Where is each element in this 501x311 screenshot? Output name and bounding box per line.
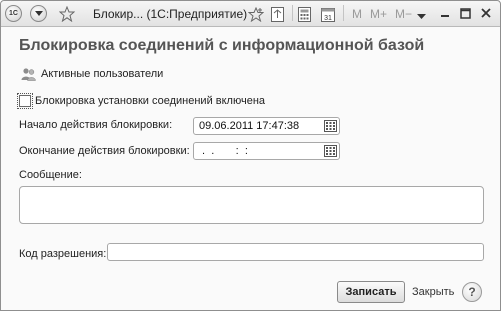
form-heading: Блокировка соединений с информационной б… <box>19 37 425 54</box>
menu-chevron-icon[interactable] <box>30 5 47 22</box>
lock-enabled-checkbox[interactable] <box>17 93 33 109</box>
save-button[interactable]: Записать <box>337 281 405 303</box>
message-label: Сообщение: <box>19 169 82 181</box>
lock-enabled-label: Блокировка установки соединений включена <box>35 95 266 107</box>
favorite-star-icon[interactable] <box>58 5 76 25</box>
memory-subtract-button[interactable]: M− <box>395 7 412 21</box>
title-bar: 1С Блокир... (1С:Предприятие) 31 M M+ M− <box>1 1 500 27</box>
message-textarea[interactable] <box>19 186 484 224</box>
end-date-field[interactable]: . . : : <box>193 142 340 160</box>
close-window-button[interactable] <box>478 5 494 21</box>
dialog-window: 1С Блокир... (1С:Предприятие) 31 M M+ M− <box>0 0 501 311</box>
memory-recall-button[interactable]: M <box>352 7 362 21</box>
end-date-value: . . : : <box>199 145 248 157</box>
permission-code-label: Код разрешения: <box>19 248 107 260</box>
help-button[interactable]: ? <box>462 282 482 302</box>
app-badge-text: 1С <box>9 10 18 17</box>
document-link-icon[interactable] <box>271 7 284 25</box>
start-date-field[interactable]: 09.06.2011 17:47:38 <box>193 117 340 135</box>
calendar-icon[interactable] <box>324 120 337 132</box>
active-users-link[interactable]: Активные пользователи <box>21 67 163 81</box>
calculator-icon[interactable] <box>298 7 311 25</box>
start-date-value: 09.06.2011 17:47:38 <box>199 120 300 132</box>
minimize-button[interactable] <box>437 5 453 21</box>
svg-text:31: 31 <box>324 15 332 22</box>
start-date-label: Начало действия блокировки: <box>19 119 173 131</box>
window-title: Блокир... (1С:Предприятие) <box>93 7 248 21</box>
calendar-toolbar-icon[interactable]: 31 <box>321 7 335 25</box>
app-logo-icon[interactable]: 1С <box>5 5 22 22</box>
permission-code-field[interactable] <box>107 243 484 261</box>
add-favorite-icon[interactable] <box>247 6 265 25</box>
toolbar-separator <box>292 5 293 21</box>
end-date-label: Окончание действия блокировки: <box>19 145 190 157</box>
toolbar-separator <box>343 5 344 21</box>
close-button[interactable]: Закрыть <box>412 286 454 298</box>
users-icon <box>21 67 37 81</box>
calendar-icon[interactable] <box>324 145 337 157</box>
active-users-label: Активные пользователи <box>41 68 164 80</box>
toolbar-dropdown-icon[interactable] <box>417 11 426 23</box>
memory-add-button[interactable]: M+ <box>370 7 387 21</box>
lock-enabled-checkbox-row[interactable]: Блокировка установки соединений включена <box>17 93 266 109</box>
maximize-button[interactable] <box>457 5 473 21</box>
